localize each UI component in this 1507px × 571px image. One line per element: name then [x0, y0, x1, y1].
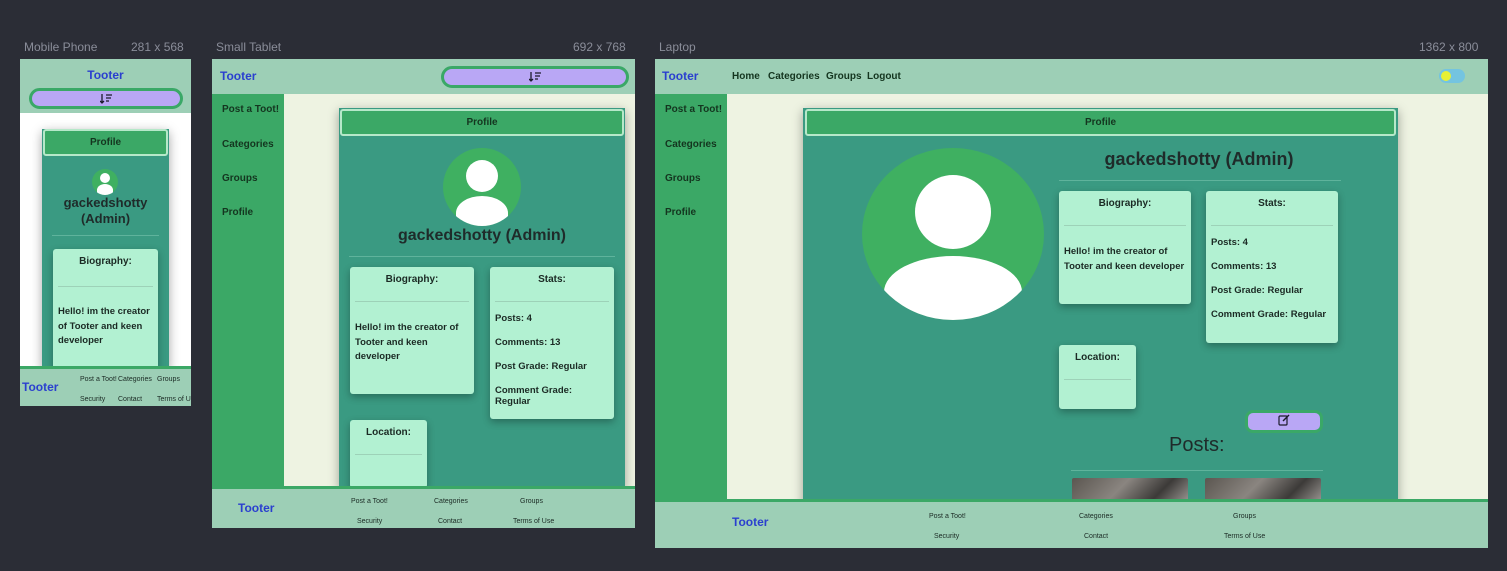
edit-icon — [1278, 413, 1290, 431]
sort-button[interactable] — [29, 88, 183, 109]
edit-profile-button[interactable] — [1245, 410, 1323, 433]
mobile-preview: Tooter Profile gackedshotty (Admin) Biog… — [20, 59, 191, 406]
sort-icon — [100, 93, 112, 104]
biography-title: Biography: — [385, 274, 439, 285]
tablet-preview: Tooter Post a Toot! Categories Groups Pr… — [212, 59, 635, 528]
navbar: Tooter — [212, 59, 635, 94]
user-avatar-icon — [92, 169, 118, 195]
footer-link-security[interactable]: Security — [80, 396, 105, 403]
footer-brand[interactable]: Tooter — [732, 515, 768, 529]
profile-header: Profile — [43, 129, 168, 156]
username: gackedshotty (Admin) — [397, 227, 566, 244]
laptop-preview: Tooter Home Categories Groups Logout Pos… — [655, 59, 1488, 548]
sidebar-item-profile[interactable]: Profile — [222, 207, 253, 218]
posts-title: Posts: — [1169, 434, 1225, 456]
toggle-knob — [1441, 71, 1451, 81]
biography-box: Biography: Hello! im the creator of Toot… — [1059, 191, 1191, 304]
footer: Tooter Post a Toot! Categories Groups Se… — [212, 486, 635, 528]
stat-posts: Posts: 4 — [1211, 237, 1248, 248]
mobile-device-size: 281 x 568 — [131, 40, 184, 54]
stats-title: Stats: — [538, 274, 566, 285]
location-box: Location: — [1059, 345, 1136, 409]
footer-link-security[interactable]: Security — [934, 533, 959, 540]
sidebar-item-categories[interactable]: Categories — [222, 139, 274, 150]
footer-brand[interactable]: Tooter — [22, 380, 58, 394]
footer-link-post[interactable]: Post a Toot! — [929, 513, 966, 520]
footer-link-contact[interactable]: Contact — [1084, 533, 1108, 540]
footer-link-post[interactable]: Post a Toot! — [80, 376, 117, 383]
sidebar: Post a Toot! Categories Groups Profile — [212, 94, 284, 494]
mobile-device-name: Mobile Phone — [24, 40, 98, 54]
tablet-device-size: 692 x 768 — [573, 40, 626, 54]
stats-title: Stats: — [1258, 198, 1286, 209]
username: gackedshotty (Admin) — [63, 195, 148, 226]
nav-groups[interactable]: Groups — [826, 71, 862, 82]
username: gackedshotty (Admin) — [1104, 149, 1294, 169]
biography-text: Hello! im the creator of Tooter and keen… — [355, 322, 459, 362]
footer-link-post[interactable]: Post a Toot! — [351, 498, 388, 505]
profile-header: Profile — [340, 109, 624, 136]
profile-header: Profile — [805, 109, 1396, 136]
laptop-device-size: 1362 x 800 — [1419, 40, 1479, 54]
footer-link-terms[interactable]: Terms of Use — [157, 396, 191, 403]
navbar: Tooter Home Categories Groups Logout — [655, 59, 1488, 94]
footer: Tooter Post a Toot! Categories Groups Se… — [20, 366, 191, 406]
footer-link-categories[interactable]: Categories — [1079, 513, 1113, 520]
stat-comment-grade: Comment Grade: Regular — [495, 385, 573, 407]
stats-box: Stats: Posts: 4 Comments: 13 Post Grade:… — [1206, 191, 1338, 343]
stat-comment-grade: Comment Grade: Regular — [1211, 309, 1327, 320]
footer-link-groups[interactable]: Groups — [157, 376, 180, 383]
theme-toggle[interactable] — [1439, 69, 1465, 83]
location-box: Location: — [350, 420, 427, 488]
footer-link-groups[interactable]: Groups — [1233, 513, 1256, 520]
sidebar-item-post[interactable]: Post a Toot! — [222, 104, 279, 115]
brand-logo[interactable]: Tooter — [662, 69, 698, 83]
sidebar-item-post[interactable]: Post a Toot! — [665, 104, 722, 115]
footer-link-categories[interactable]: Categories — [118, 376, 152, 383]
sidebar-item-categories[interactable]: Categories — [665, 139, 717, 150]
navbar: Tooter — [20, 59, 191, 113]
sort-icon — [529, 72, 541, 82]
biography-text: Hello! im the creator of Tooter and keen… — [58, 306, 150, 346]
footer-link-terms[interactable]: Terms of Use — [1224, 533, 1265, 540]
biography-text: Hello! im the creator of Tooter and keen… — [1064, 246, 1185, 272]
profile-card: Profile gackedshotty (Admin) Biography: … — [803, 108, 1398, 508]
stat-comments: Comments: 13 — [495, 337, 561, 348]
user-avatar-icon — [862, 148, 1044, 320]
stat-posts: Posts: 4 — [495, 313, 532, 324]
stat-comments: Comments: 13 — [1211, 261, 1277, 272]
sidebar: Post a Toot! Categories Groups Profile — [655, 94, 727, 504]
nav-logout[interactable]: Logout — [867, 71, 901, 82]
stat-post-grade: Post Grade: Regular — [1211, 285, 1303, 296]
footer-link-terms[interactable]: Terms of Use — [513, 518, 554, 525]
footer-link-categories[interactable]: Categories — [434, 498, 468, 505]
nav-categories[interactable]: Categories — [768, 71, 820, 82]
sidebar-item-groups[interactable]: Groups — [665, 173, 701, 184]
sidebar-item-profile[interactable]: Profile — [665, 207, 696, 218]
brand-logo[interactable]: Tooter — [20, 68, 191, 82]
stats-box: Stats: Posts: 4 Comments: 13 Post Grade:… — [490, 267, 614, 419]
laptop-device-name: Laptop — [659, 40, 696, 54]
biography-title: Biography: — [79, 256, 132, 267]
profile-card: Profile gackedshotty (Admin) Biography: … — [339, 108, 625, 488]
nav-home[interactable]: Home — [732, 71, 760, 82]
footer-link-groups[interactable]: Groups — [520, 498, 543, 505]
sort-button[interactable] — [441, 66, 629, 88]
sidebar-item-groups[interactable]: Groups — [222, 173, 258, 184]
user-avatar-icon — [443, 148, 521, 226]
brand-logo[interactable]: Tooter — [220, 69, 256, 83]
location-title: Location: — [1075, 352, 1120, 363]
footer: Tooter Post a Toot! Categories Groups Se… — [655, 499, 1488, 548]
footer-link-contact[interactable]: Contact — [438, 518, 462, 525]
footer-brand[interactable]: Tooter — [238, 501, 274, 515]
location-title: Location: — [366, 427, 411, 438]
footer-link-security[interactable]: Security — [357, 518, 382, 525]
profile-card: Profile gackedshotty (Admin) Biography: … — [42, 129, 169, 379]
biography-box: Biography: Hello! im the creator of Toot… — [53, 249, 158, 379]
footer-link-contact[interactable]: Contact — [118, 396, 142, 403]
stat-post-grade: Post Grade: Regular — [495, 361, 587, 372]
biography-title: Biography: — [1098, 198, 1152, 209]
biography-box: Biography: Hello! im the creator of Toot… — [350, 267, 474, 394]
tablet-device-name: Small Tablet — [216, 40, 282, 54]
